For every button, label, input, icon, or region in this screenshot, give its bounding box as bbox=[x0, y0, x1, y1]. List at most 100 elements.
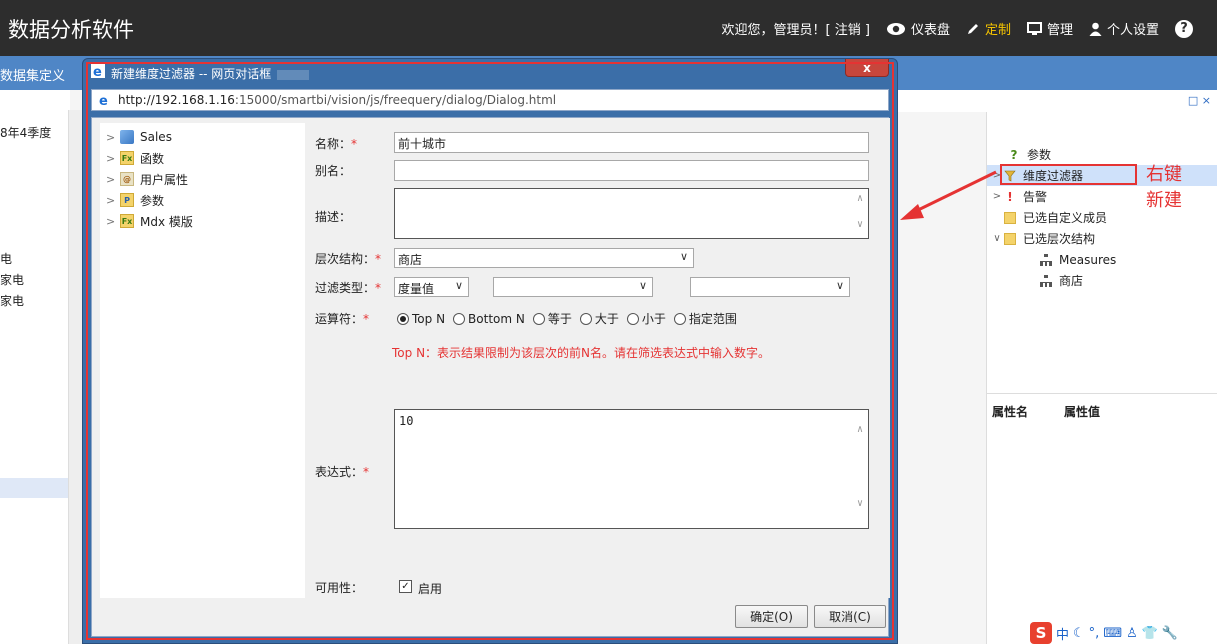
tree-item-sales[interactable]: > Sales bbox=[106, 127, 172, 147]
filter-type-select[interactable]: 度量值 ∨ bbox=[394, 277, 469, 297]
left-selected-row[interactable] bbox=[0, 478, 68, 498]
alias-input[interactable] bbox=[394, 160, 869, 181]
radio-icon[interactable] bbox=[532, 312, 545, 325]
tree-item-label: Sales bbox=[140, 130, 172, 144]
hierarchy-value: 商店 bbox=[398, 253, 423, 267]
operator-greater[interactable]: 大于 bbox=[579, 310, 619, 327]
required-mark: * bbox=[351, 137, 358, 151]
tree-item-label: Mdx 模版 bbox=[140, 214, 193, 229]
operator-range[interactable]: 指定范围 bbox=[673, 310, 737, 327]
scroll-up-icon[interactable]: ∧ bbox=[854, 424, 866, 435]
ok-button[interactable]: 确定(O) bbox=[735, 605, 808, 628]
ime-lang[interactable]: 中 bbox=[1056, 624, 1069, 643]
tree-item-user-attributes[interactable]: > @ 用户属性 bbox=[106, 169, 188, 189]
app-header: 数据分析软件 欢迎您，管理员！[ 注销 ] 仪表盘 定制 管理 个人设置 ? bbox=[0, 0, 1217, 56]
name-label-text: 名称： bbox=[315, 137, 352, 151]
chevron-right-icon[interactable]: > bbox=[106, 131, 120, 144]
right-panel-header: □ × bbox=[986, 90, 1217, 112]
tree-item-alerts[interactable]: > ! 告警 bbox=[987, 186, 1217, 207]
operator-less[interactable]: 小于 bbox=[626, 310, 666, 327]
cube-icon bbox=[120, 130, 134, 144]
tree-item-functions[interactable]: > Fx 函数 bbox=[106, 148, 164, 168]
user-icon[interactable]: ♙ bbox=[1126, 626, 1138, 641]
folder-icon bbox=[1003, 232, 1017, 246]
punctuation-icon[interactable]: °, bbox=[1089, 626, 1100, 641]
tree-item-mdx-templates[interactable]: > Fx Mdx 模版 bbox=[106, 211, 193, 231]
moon-icon[interactable]: ☾ bbox=[1073, 626, 1085, 641]
chevron-down-icon: ∨ bbox=[679, 250, 688, 263]
radio-icon[interactable] bbox=[673, 312, 686, 325]
nav-settings-label: 个人设置 bbox=[1106, 23, 1159, 38]
expression-textarea[interactable]: 10 ∧ ∨ bbox=[394, 409, 869, 529]
radio-icon[interactable] bbox=[579, 312, 592, 325]
operator-equal[interactable]: 等于 bbox=[532, 310, 572, 327]
url-path: :15000/smartbi/vision/js/freequery/dialo… bbox=[234, 93, 557, 107]
tree-item-label: 已选自定义成员 bbox=[1023, 211, 1108, 225]
tree-item-parameters[interactable]: ? 参数 bbox=[987, 144, 1217, 165]
operator-hint: Top N：表示结果限制为该层次的前N名。请在筛选表达式中输入数字。 bbox=[392, 346, 771, 360]
tree-item-selected-hierarchies[interactable]: ∨ 已选层次结构 bbox=[987, 228, 1217, 249]
name-input[interactable]: 前十城市 bbox=[394, 132, 869, 153]
shirt-icon[interactable]: 👕 bbox=[1142, 626, 1158, 641]
tab-dataset-definition[interactable]: 数据集定义 bbox=[0, 65, 65, 84]
description-textarea[interactable]: ∧ ∨ bbox=[394, 188, 869, 239]
enabled-label: 启用 bbox=[418, 582, 443, 596]
hierarchy-icon bbox=[1039, 274, 1053, 288]
filter-measure-select[interactable]: ∨ bbox=[690, 277, 850, 297]
ime-toolbar[interactable]: S 中 ☾ °, ⌨ ♙ 👕 🔧 bbox=[1030, 622, 1178, 644]
chevron-right-icon[interactable]: > bbox=[106, 194, 120, 207]
nav-settings[interactable]: 个人设置 bbox=[1089, 19, 1159, 38]
tree-item-store[interactable]: 商店 bbox=[987, 270, 1217, 291]
hierarchy-select[interactable]: 商店 ∨ bbox=[394, 248, 694, 268]
filter-type-label: 过滤类型：* bbox=[315, 279, 381, 296]
expression-value: 10 bbox=[399, 414, 414, 428]
enabled-checkbox[interactable]: ✓ bbox=[399, 580, 412, 593]
ie-icon: e bbox=[99, 94, 108, 107]
radio-checked-icon[interactable] bbox=[397, 312, 409, 325]
hierarchy-icon bbox=[1039, 253, 1053, 267]
tree-item-custom-members[interactable]: 已选自定义成员 bbox=[987, 207, 1217, 228]
nav-dashboard[interactable]: 仪表盘 bbox=[886, 19, 950, 38]
svg-text:e: e bbox=[99, 94, 108, 107]
panel-window-controls[interactable]: □ × bbox=[1188, 94, 1211, 107]
dialog-scrollbar[interactable] bbox=[880, 118, 890, 598]
function-icon: Fx bbox=[120, 151, 134, 165]
annotation-line: 新建 bbox=[1146, 190, 1182, 211]
scroll-up-icon[interactable]: ∧ bbox=[854, 193, 866, 204]
hierarchy-label-text: 层次结构： bbox=[315, 252, 376, 266]
scroll-down-icon[interactable]: ∨ bbox=[854, 498, 866, 509]
monitor-icon bbox=[1026, 21, 1042, 35]
radio-icon[interactable] bbox=[626, 312, 639, 325]
wrench-icon[interactable]: 🔧 bbox=[1162, 626, 1178, 641]
left-row: 家电 bbox=[0, 273, 25, 287]
filter-field-select[interactable]: ∨ bbox=[493, 277, 653, 297]
operator-bottom-n[interactable]: Bottom N bbox=[453, 312, 525, 326]
radio-label: 小于 bbox=[641, 312, 666, 326]
nav-manage[interactable]: 管理 bbox=[1026, 19, 1073, 38]
chevron-right-icon[interactable]: > bbox=[106, 173, 120, 186]
scroll-down-icon[interactable]: ∨ bbox=[854, 219, 866, 230]
keyboard-icon[interactable]: ⌨ bbox=[1103, 626, 1122, 641]
chevron-down-icon[interactable]: ∨ bbox=[991, 233, 1003, 244]
dialog-titlebar[interactable]: e 新建维度过滤器 -- 网页对话框 x bbox=[83, 59, 897, 85]
dialog-close-button[interactable]: x bbox=[845, 59, 889, 77]
operator-radio-group: Top N Bottom N 等于 大于 小于 指定范围 bbox=[397, 310, 737, 327]
help-icon[interactable]: ? bbox=[1175, 19, 1193, 38]
property-name-header: 属性名 bbox=[992, 405, 1029, 419]
cancel-button[interactable]: 取消(C) bbox=[814, 605, 886, 628]
property-value-header: 属性值 bbox=[1064, 405, 1101, 419]
chevron-right-icon[interactable]: > bbox=[106, 152, 120, 165]
tree-item-label: Measures bbox=[1059, 252, 1117, 267]
tree-item-measures[interactable]: Measures bbox=[987, 249, 1217, 270]
welcome-text[interactable]: 欢迎您，管理员！[ 注销 ] bbox=[722, 19, 870, 38]
operator-top-n[interactable]: Top N bbox=[397, 312, 445, 326]
nav-custom[interactable]: 定制 bbox=[966, 19, 1011, 38]
svg-text:e: e bbox=[93, 65, 102, 78]
dialog-title: 新建维度过滤器 -- 网页对话框 bbox=[111, 65, 310, 82]
operator-label: 运算符：* bbox=[315, 310, 369, 327]
tree-item-parameters[interactable]: > P 参数 bbox=[106, 190, 164, 210]
radio-icon[interactable] bbox=[453, 312, 466, 325]
tree-item-label: 告警 bbox=[1023, 190, 1048, 204]
pencil-icon bbox=[967, 23, 978, 34]
chevron-right-icon[interactable]: > bbox=[106, 215, 120, 228]
